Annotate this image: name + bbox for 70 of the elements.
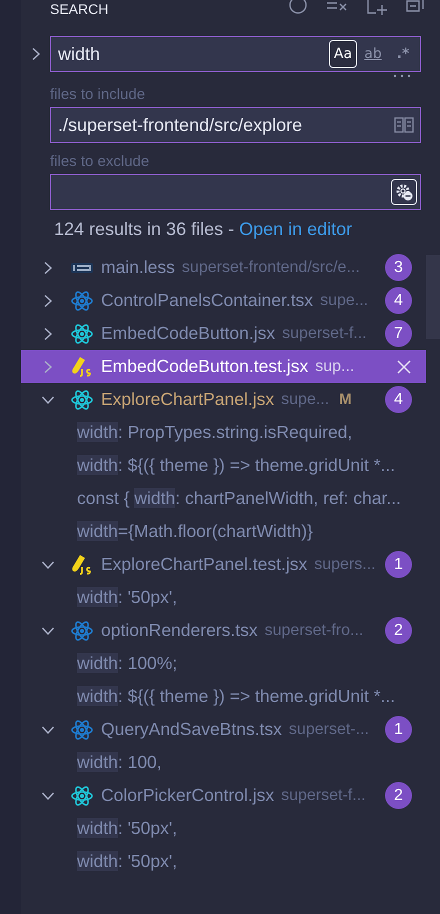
file-path: superset-fro... [264, 622, 364, 640]
git-status: M [339, 391, 352, 408]
file-path: supers... [314, 556, 376, 574]
count-badge: 4 [385, 386, 412, 413]
count-badge: 1 [385, 551, 412, 578]
count-badge: 2 [385, 782, 412, 809]
file-name: EmbedCodeButton.test.jsx [101, 356, 308, 377]
file-result-row[interactable]: main.less superset-frontend/src/e... 3 [21, 251, 426, 284]
gear-icon[interactable] [391, 179, 417, 205]
less-file-icon [71, 262, 93, 274]
exclude-label: files to exclude [50, 153, 150, 171]
refresh-icon[interactable] [288, 0, 308, 15]
case-toggle[interactable]: Aa [329, 40, 357, 68]
react-icon [71, 620, 93, 640]
include-label: files to include [50, 86, 146, 104]
react-icon [71, 390, 93, 410]
file-path: superset-f... [282, 324, 367, 342]
open-in-editor-link[interactable]: Open in editor [239, 219, 352, 239]
regex-toggle[interactable]: .* [389, 40, 417, 68]
file-result-row[interactable]: ExploreChartPanel.jsx supe... M 4 [21, 383, 426, 416]
file-path: superset-frontend/src/e... [182, 258, 360, 276]
file-name: ControlPanelsContainer.tsx [101, 290, 314, 311]
react-icon [71, 290, 93, 310]
match-line[interactable]: width: '50px', [77, 851, 178, 872]
match-line[interactable]: width: 100, [77, 752, 162, 773]
match-line[interactable]: const { width: chartPanelWidth, ref: char... [77, 488, 401, 509]
count-badge: 4 [385, 287, 412, 314]
file-path: superset-f... [281, 786, 366, 804]
file-result-row[interactable]: EmbedCodeButton.test.jsx sup... [21, 350, 426, 383]
file-path: supe... [320, 292, 368, 310]
match-line[interactable]: width: '50px', [77, 587, 178, 608]
close-icon[interactable] [396, 358, 412, 374]
count-badge: 1 [385, 716, 412, 743]
new-search-editor-icon[interactable] [366, 0, 388, 15]
more-icon[interactable] [393, 74, 411, 78]
file-result-row[interactable]: optionRenderers.tsx superset-fro... 2 [21, 614, 426, 647]
count-badge: 7 [385, 320, 412, 347]
match-line[interactable]: width: '50px', [77, 818, 178, 839]
exclude-field[interactable] [50, 174, 421, 210]
file-name: ExploreChartPanel.jsx [101, 389, 274, 410]
file-name: EmbedCodeButton.jsx [101, 323, 276, 344]
results-summary: 124 results in 36 files - Open in editor [54, 219, 354, 240]
file-result-row[interactable]: QueryAndSaveBtns.tsx superset-... 1 [21, 713, 426, 746]
file-name: main.less [101, 257, 175, 278]
file-result-row[interactable]: ColorPickerControl.jsx superset-f... 2 [21, 779, 426, 812]
file-name: optionRenderers.tsx [101, 620, 258, 641]
file-name: ColorPickerControl.jsx [101, 785, 274, 806]
match-line[interactable]: width: ${({ theme }) => theme.gridUnit *... [77, 686, 396, 707]
file-result-row[interactable]: ExploreChartPanel.test.jsx supers... 1 [21, 548, 426, 581]
react-icon [71, 324, 93, 344]
file-path: superset-... [288, 720, 369, 738]
file-result-row[interactable]: ControlPanelsContainer.tsx supe... 4 [21, 284, 426, 317]
count-badge: 2 [385, 617, 412, 644]
count-badge: 3 [385, 254, 412, 281]
panel-title: SEARCH [50, 0, 108, 18]
file-name: ExploreChartPanel.test.jsx [101, 554, 308, 575]
include-field[interactable]: ./superset-frontend/src/explore [50, 107, 421, 143]
file-name: QueryAndSaveBtns.tsx [101, 719, 282, 740]
match-line[interactable]: width: ${({ theme }) => theme.gridUnit *... [77, 455, 396, 476]
react-icon [71, 720, 93, 740]
file-path: supe... [281, 390, 330, 408]
flask-js-icon [71, 554, 93, 576]
flask-js-icon [71, 356, 93, 378]
match-line[interactable]: width={Math.floor(chartWidth)} [77, 521, 313, 542]
word-toggle[interactable]: ab [359, 40, 387, 68]
file-result-row[interactable]: EmbedCodeButton.jsx superset-f... 7 [21, 317, 426, 350]
match-line[interactable]: width: PropTypes.string.isRequired, [77, 422, 352, 443]
react-icon [71, 786, 93, 806]
file-path: sup... [315, 358, 354, 376]
match-line[interactable]: width: 100%; [77, 653, 178, 674]
